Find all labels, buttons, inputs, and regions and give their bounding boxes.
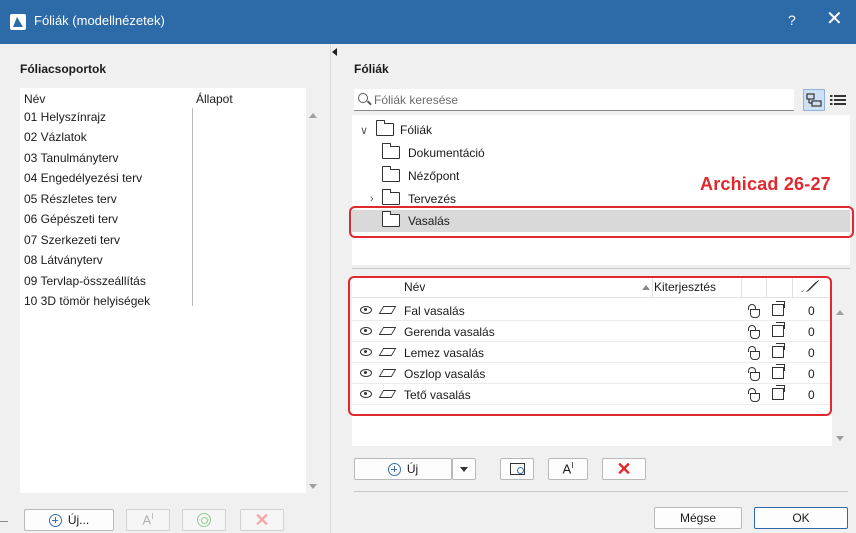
delete-x-icon: ✕ <box>254 510 270 530</box>
layers-title: Fóliák <box>354 62 389 76</box>
group-item[interactable]: 04 Engedélyezési terv <box>24 171 142 185</box>
new-group-label: Új... <box>67 513 90 527</box>
new-folder-icon <box>509 463 525 475</box>
list-view-toggle[interactable] <box>828 89 848 111</box>
rename-group-button[interactable]: AI <box>126 509 170 531</box>
rename-icon: AI <box>562 461 574 477</box>
group-item[interactable]: 05 Részletes terv <box>24 192 117 206</box>
annotation-frame-tree <box>349 206 854 238</box>
scroll-down-icon[interactable] <box>836 436 844 441</box>
layer-groups-title: Fóliacsoportok <box>20 62 107 76</box>
group-item[interactable]: 02 Vázlatok <box>24 130 87 144</box>
tree-view-toggle[interactable] <box>803 89 825 111</box>
layer-search-input[interactable]: Fóliák keresése <box>354 89 794 111</box>
collapse-arrow-icon[interactable] <box>332 48 337 56</box>
open-folder-icon <box>376 120 394 136</box>
footer-separator <box>354 491 848 492</box>
column-header-name[interactable]: Név <box>24 92 45 106</box>
group-item[interactable]: 07 Szerkezeti terv <box>24 233 120 247</box>
group-item[interactable]: 10 3D tömör helyiségek <box>24 294 150 308</box>
window-title: Fóliák (modellnézetek) <box>34 13 165 28</box>
new-folder-button[interactable] <box>500 458 534 480</box>
layer-groups-list: Név Állapot 01 Helyszínrajz 02 Vázlatok … <box>20 88 306 493</box>
delete-group-button[interactable]: ✕ <box>240 509 284 531</box>
delete-layer-button[interactable]: ✕ <box>602 458 646 480</box>
plus-circle-icon <box>387 462 401 476</box>
rename-layer-button[interactable]: AI <box>548 458 588 480</box>
folder-label: Tervezés <box>408 192 457 206</box>
group-item[interactable]: 09 Tervlap-összeállítás <box>24 274 146 288</box>
new-group-button[interactable]: Új... <box>24 509 114 531</box>
layers-scrollbar[interactable] <box>832 296 848 446</box>
folder-icon <box>382 189 400 205</box>
chevron-down-icon[interactable]: ∨ <box>360 124 368 137</box>
scroll-up-icon[interactable] <box>836 310 844 315</box>
plus-circle-icon <box>48 513 62 527</box>
group-item[interactable]: 06 Gépészeti terv <box>24 212 118 226</box>
group-item[interactable]: 01 Helyszínrajz <box>24 110 106 124</box>
tree-root-row[interactable]: ∨ Fóliák <box>352 119 850 141</box>
groups-scrollbar[interactable] <box>306 88 320 493</box>
group-item[interactable]: 08 Látványterv <box>24 253 103 267</box>
delete-x-icon: ✕ <box>616 459 632 479</box>
chevron-down-icon <box>460 466 468 472</box>
folder-icon <box>382 166 400 182</box>
close-button[interactable]: ✕ <box>826 9 843 29</box>
list-view-icon <box>830 95 846 105</box>
pane-splitter[interactable] <box>330 44 340 533</box>
archicad-app-icon <box>10 14 26 30</box>
help-button[interactable]: ? <box>788 12 796 28</box>
new-layer-label: Új <box>406 462 419 476</box>
group-item[interactable]: 03 Tanulmányterv <box>24 151 119 165</box>
column-separator <box>192 108 193 306</box>
folder-label: Nézőpont <box>408 169 460 183</box>
chevron-right-icon[interactable]: › <box>370 193 374 205</box>
tree-root-label: Fóliák <box>400 123 433 137</box>
version-annotation: Archicad 26-27 <box>700 174 831 194</box>
cancel-button[interactable]: Mégse <box>654 507 742 529</box>
tree-folder-row[interactable]: Dokumentáció <box>352 142 850 164</box>
refresh-icon <box>197 513 211 527</box>
update-group-button[interactable] <box>182 509 226 531</box>
search-placeholder: Fóliák keresése <box>374 93 459 107</box>
folder-label: Dokumentáció <box>408 146 485 160</box>
title-bar: Fóliák (modellnézetek) ? ✕ <box>0 0 856 44</box>
tree-view-icon <box>806 93 822 107</box>
new-layer-button[interactable]: Új <box>354 458 452 480</box>
annotation-frame-table <box>348 276 832 416</box>
edge-line <box>0 521 8 522</box>
column-header-status[interactable]: Állapot <box>196 92 233 106</box>
new-layer-dropdown[interactable] <box>452 458 476 480</box>
search-icon <box>358 93 368 103</box>
rename-icon: AI <box>142 512 154 528</box>
section-separator <box>352 268 850 269</box>
scroll-down-icon[interactable] <box>309 484 317 489</box>
ok-button[interactable]: OK <box>754 507 848 529</box>
scroll-up-icon[interactable] <box>309 113 317 118</box>
folder-icon <box>382 143 400 159</box>
